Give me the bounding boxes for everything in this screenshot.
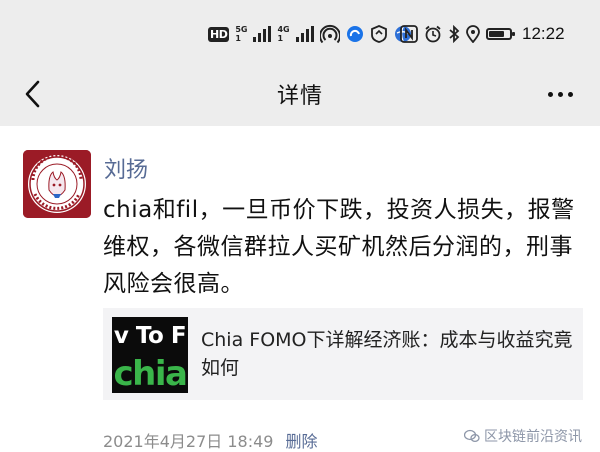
university-seal-logo (23, 150, 91, 218)
page-title: 详情 (276, 84, 323, 109)
signal-bars-icon (295, 26, 314, 42)
network-b-label: 4G 1 (277, 25, 290, 43)
status-right-indicators: 12:22 (400, 22, 565, 46)
shield-app-icon (370, 25, 387, 43)
shared-article-card[interactable]: v To F chia Chia FOMO下详解经济账：成本与收益究竟如何 (103, 308, 583, 400)
thumbnail-caption-top: v To F (113, 323, 187, 349)
post-meta: 2021年4月27日 18:49 删除 (103, 428, 317, 452)
article-title: Chia FOMO下详解经济账：成本与收益究竟如何 (201, 329, 573, 379)
thumbnail-caption-logo: chia (113, 354, 188, 393)
clock-time: 12:22 (522, 24, 565, 43)
location-pin-icon (466, 25, 480, 43)
more-dot-icon (547, 91, 553, 97)
more-options-button[interactable] (542, 80, 578, 108)
status-bar: HD 5G 1 4G 1 12:22 (0, 0, 600, 62)
signal-bars-icon (253, 26, 272, 42)
more-dot-icon (567, 91, 573, 97)
battery-fill (489, 31, 504, 37)
watermark-text: 区块链前沿资讯 (484, 429, 582, 445)
author-name-link[interactable]: 刘扬 (104, 152, 148, 184)
bluetooth-icon (449, 25, 460, 43)
hd-badge: HD (208, 26, 230, 42)
hotspot-icon (319, 24, 340, 44)
delete-button[interactable]: 删除 (285, 428, 317, 452)
avatar[interactable] (23, 150, 91, 218)
post-body-text: chia和fil，一旦币价下跌，投资人损失，报警维权，各微信群拉人买矿机然后分润… (103, 197, 575, 297)
watermark: 区块链前沿资讯 (464, 426, 582, 446)
nfc-icon (400, 25, 418, 43)
status-left-indicators: HD 5G 1 4G 1 (208, 22, 412, 46)
wechat-icon (464, 429, 480, 443)
post-timestamp: 2021年4月27日 18:49 (103, 432, 274, 451)
network-a-label: 5G 1 (235, 25, 248, 43)
moments-post: 刘扬 chia和fil，一旦币价下跌，投资人损失，报警维权，各微信群拉人买矿机然… (0, 126, 600, 451)
navigation-bar: 详情 (0, 62, 600, 126)
battery-icon (486, 28, 515, 40)
alarm-clock-icon (425, 25, 441, 43)
article-thumbnail: v To F chia (112, 317, 188, 393)
more-dot-icon (557, 91, 563, 97)
app-notification-icon (346, 26, 363, 42)
